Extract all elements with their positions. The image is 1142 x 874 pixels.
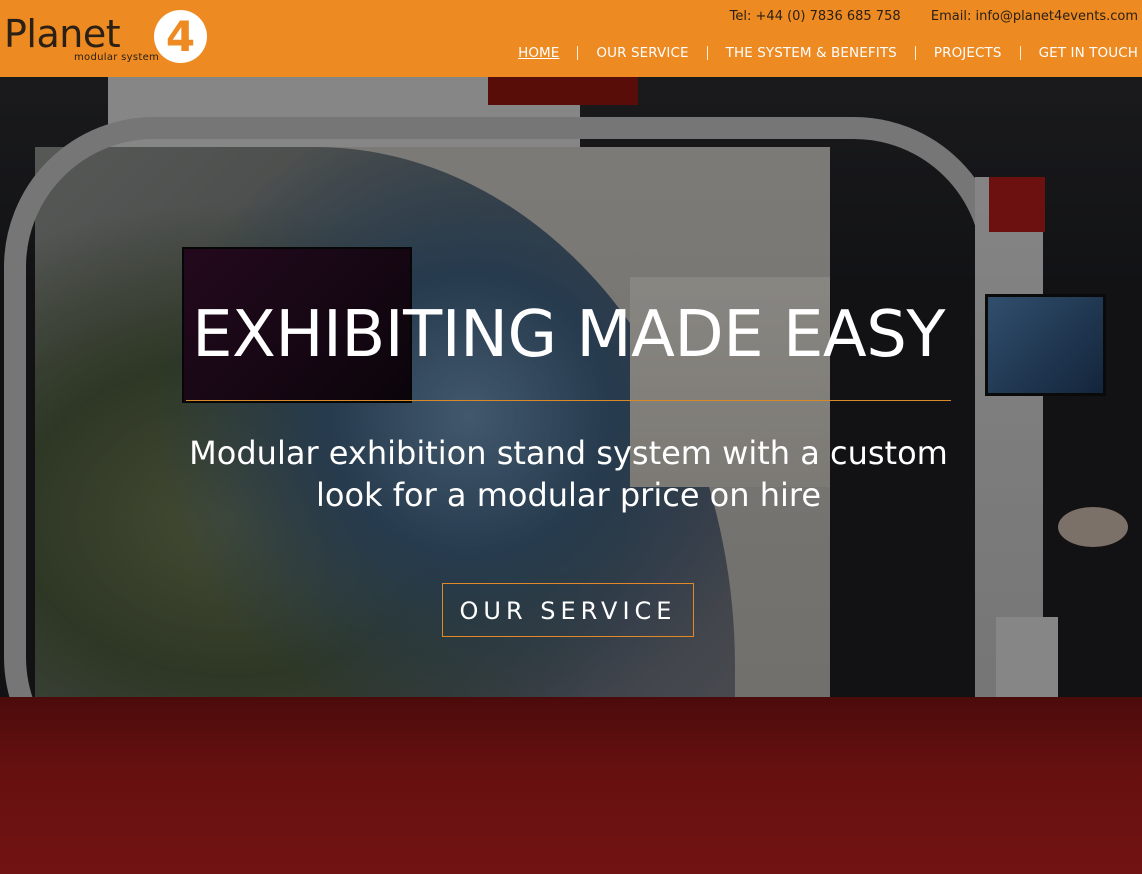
hero-subtitle-line-2: look for a modular price on hire (315, 476, 822, 514)
site-header: Planet 4 modular system Tel: +44 (0) 783… (0, 0, 1142, 77)
contact-phone[interactable]: Tel: +44 (0) 7836 685 758 (730, 9, 901, 24)
contact-email[interactable]: Email: info@planet4events.com (931, 9, 1138, 24)
our-service-button[interactable]: OUR SERVICE (442, 583, 694, 637)
nav-item-get-in-touch[interactable]: GET IN TOUCH (1039, 45, 1138, 61)
nav-item-system-benefits[interactable]: THE SYSTEM & BENEFITS (726, 45, 897, 61)
nav-item-projects[interactable]: PROJECTS (934, 45, 1002, 61)
nav-divider (577, 46, 579, 60)
hero-subtitle: Modular exhibition stand system with a c… (186, 432, 951, 516)
nav-divider (706, 46, 708, 60)
nav-divider (1019, 46, 1021, 60)
page: Planet 4 modular system Tel: +44 (0) 783… (0, 0, 1142, 874)
nav-item-our-service[interactable]: OUR SERVICE (596, 45, 688, 61)
nav-item-home[interactable]: HOME (518, 45, 559, 61)
hero-divider (186, 400, 951, 401)
hero-section: EXHIBITING MADE EASY Modular exhibition … (0, 77, 1142, 874)
site-logo[interactable]: Planet 4 modular system (4, 8, 214, 68)
nav-divider (914, 46, 916, 60)
contact-bar: Tel: +44 (0) 7836 685 758 Email: info@pl… (730, 9, 1138, 24)
logo-wordmark: Planet (4, 12, 121, 56)
main-nav: HOME OUR SERVICE THE SYSTEM & BENEFITS P… (518, 43, 1138, 63)
logo-badge-icon: 4 (154, 10, 207, 63)
hero-title: EXHIBITING MADE EASY (192, 298, 945, 372)
logo-tagline: modular system (74, 52, 160, 63)
hero-subtitle-line-1: Modular exhibition stand system with a c… (189, 434, 948, 472)
